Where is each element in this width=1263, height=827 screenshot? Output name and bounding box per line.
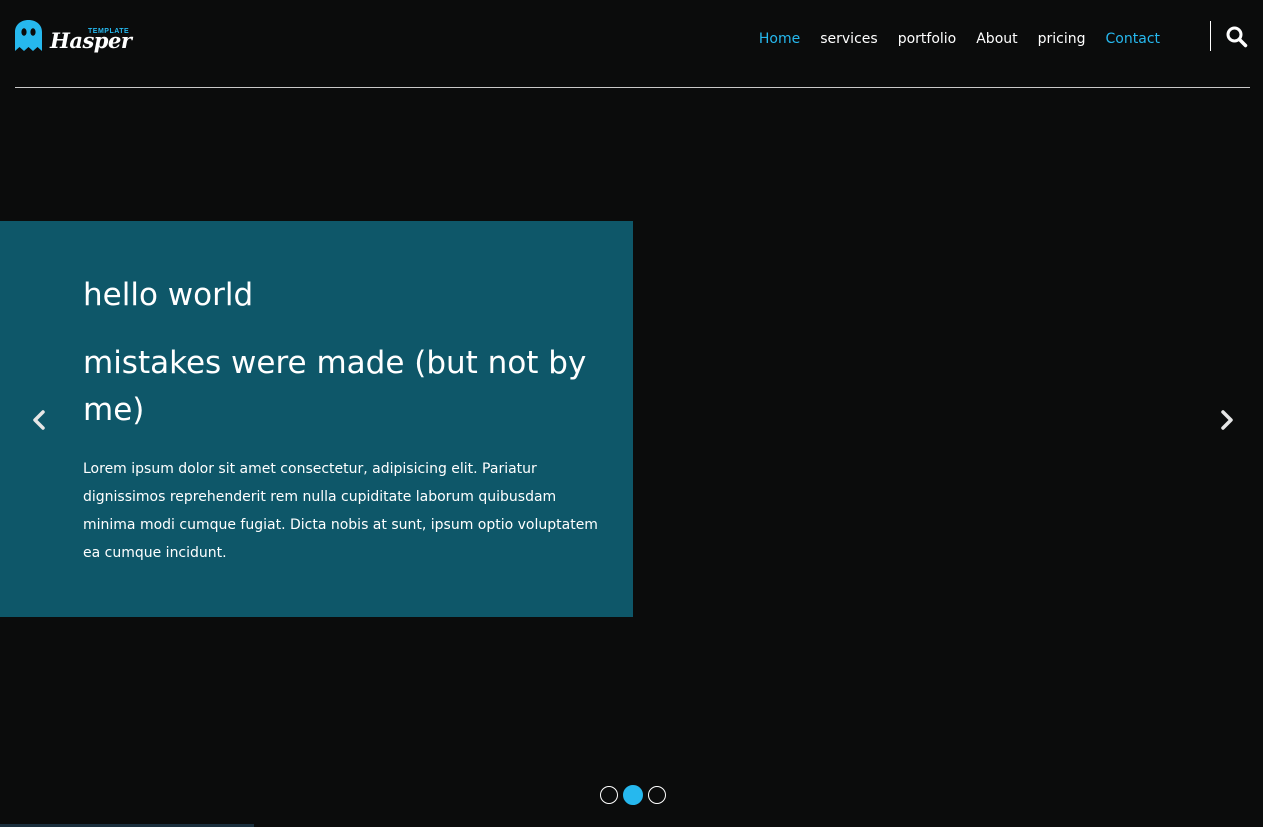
slider-prev-button[interactable] [29,408,49,432]
chevron-left-icon [33,410,45,430]
slider-dot-2[interactable] [623,785,643,805]
nav-item-home[interactable]: Home [749,30,810,50]
search-icon [1226,26,1248,48]
slider-dot-3[interactable] [648,786,666,804]
site-header: TEMPLATE Hasper Home services portfolio … [15,0,1250,88]
nav-divider [1210,21,1211,51]
slide-body-text: Lorem ipsum dolor sit amet consectetur, … [83,461,598,561]
chevron-right-icon [1221,410,1233,430]
nav-item-portfolio[interactable]: portfolio [888,30,967,50]
nav-item-about[interactable]: About [966,30,1027,50]
slide-subtitle: mistakes were made (but not by me) [83,345,587,428]
nav-item-contact[interactable]: Contact [1096,30,1170,50]
nav-item-pricing[interactable]: pricing [1028,30,1096,50]
nav-item-services[interactable]: services [810,30,887,50]
search-button[interactable] [1226,26,1248,48]
logo[interactable]: TEMPLATE Hasper [15,20,135,56]
logo-wordmark: Hasper [50,28,132,53]
slider-pagination [600,785,666,805]
page: TEMPLATE Hasper Home services portfolio … [0,0,1263,827]
ghost-icon [15,20,42,51]
slide-title: hello world [83,277,254,313]
main-nav: Home services portfolio About pricing Co… [749,30,1170,50]
slider-next-button[interactable] [1217,408,1237,432]
slider-dot-1[interactable] [600,786,618,804]
